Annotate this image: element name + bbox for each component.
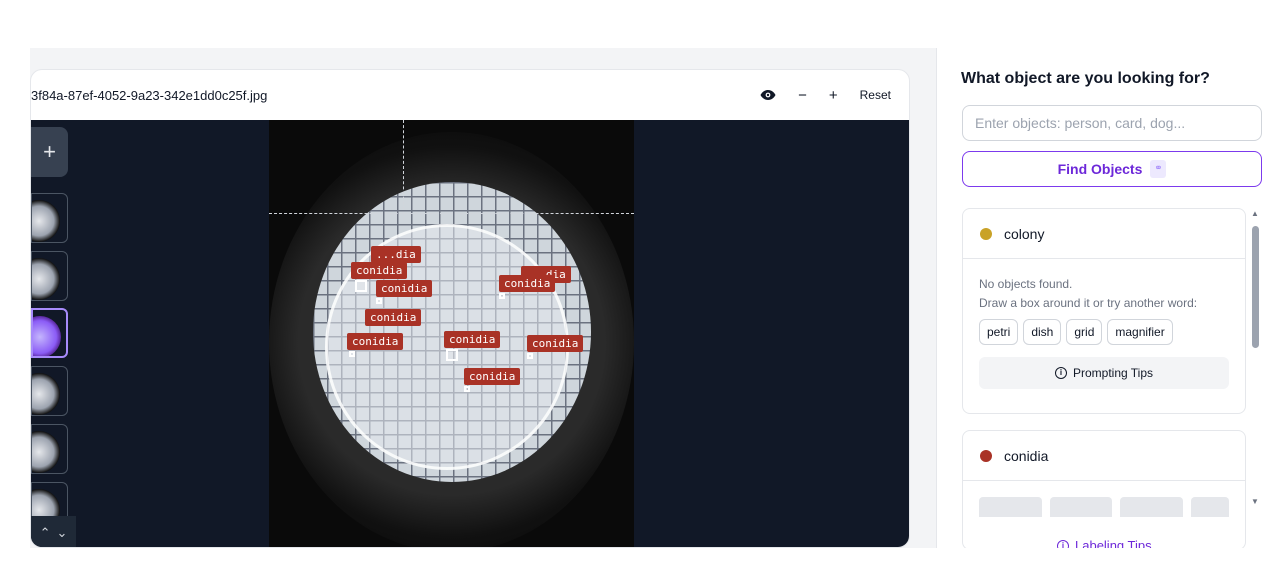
category-color-dot (980, 449, 992, 462)
zoom-out-button[interactable]: − (798, 87, 807, 104)
sidebar-title: What object are you looking for? (961, 70, 1210, 87)
info-icon: i (1057, 539, 1069, 548)
link-icon: ⚭ (1150, 160, 1167, 178)
empty-message: No objects found. (979, 277, 1073, 291)
sidebar: What object are you looking for? Find Ob… (936, 48, 1286, 548)
detection-crops (963, 481, 1245, 517)
image-viewer[interactable]: + ⌃ ⌄ ...dia conidia conidia conidia con… (31, 120, 909, 547)
category-name: colony (1004, 225, 1045, 242)
scroll-up-icon[interactable]: ▲ (1250, 210, 1260, 218)
detection-label: conidia (499, 275, 556, 292)
suggestion-chip[interactable]: dish (1023, 319, 1062, 345)
thumbnail[interactable] (31, 193, 68, 243)
scrollbar[interactable]: ▲ ▼ (1250, 210, 1260, 506)
prompting-tips-button[interactable]: i Prompting Tips (979, 357, 1229, 389)
chevron-down-icon[interactable]: ⌄ (57, 525, 68, 541)
find-objects-label: Find Objects (1057, 161, 1143, 177)
thumbnail[interactable] (31, 251, 68, 301)
suggestion-chip[interactable]: grid (1066, 319, 1103, 345)
scrollbar-thumb[interactable] (1252, 226, 1259, 348)
add-image-button[interactable]: + (31, 127, 68, 177)
chevron-up-icon[interactable]: ⌃ (40, 525, 51, 541)
category-card-colony: colony No objects found. Draw a box arou… (962, 208, 1246, 414)
labeling-tips-label: Labeling Tips (1075, 538, 1152, 548)
category-card-conidia: conidia (962, 430, 1246, 548)
prompting-tips-label: Prompting Tips (1072, 366, 1154, 380)
detection-label: conidia (365, 309, 422, 326)
crop-thumbnail[interactable] (1049, 497, 1113, 517)
crop-thumbnail[interactable] (1191, 497, 1229, 517)
thumbnail-selected[interactable] (31, 308, 68, 358)
thumbnail[interactable] (31, 366, 68, 416)
labeling-tips-link[interactable]: i Labeling Tips (1057, 538, 1152, 548)
category-color-dot (980, 227, 992, 240)
detection-label: conidia (464, 368, 521, 385)
info-icon: i (1054, 367, 1067, 379)
detection-label: conidia (444, 331, 501, 348)
detection-label: conidia (351, 262, 408, 279)
crosshair-vertical (403, 120, 404, 220)
canvas-header: 3f84a-87ef-4052-9a23-342e1dd0c25f.jpg − … (31, 70, 909, 120)
empty-hint: Draw a box around it or try another word… (979, 296, 1198, 310)
crop-thumbnail[interactable] (979, 497, 1042, 517)
zoom-in-button[interactable]: + (829, 87, 838, 104)
detection-label: conidia (376, 280, 433, 297)
suggestion-chips: petri dish grid magnifier (979, 319, 1229, 345)
object-search-input[interactable] (962, 105, 1262, 141)
thumbnail-rail: + ⌃ ⌄ (31, 120, 76, 547)
rail-nav: ⌃ ⌄ (31, 516, 76, 547)
file-name: 3f84a-87ef-4052-9a23-342e1dd0c25f.jpg (31, 87, 268, 103)
canvas-card: 3f84a-87ef-4052-9a23-342e1dd0c25f.jpg − … (30, 69, 910, 548)
reset-button[interactable]: Reset (860, 88, 891, 102)
thumbnail[interactable] (31, 424, 68, 474)
crosshair-horizontal (269, 213, 634, 214)
category-header[interactable]: conidia (963, 431, 1245, 481)
category-list[interactable]: colony No objects found. Draw a box arou… (962, 208, 1246, 548)
suggestion-chip[interactable]: petri (979, 319, 1019, 345)
crop-thumbnail[interactable] (1120, 497, 1184, 517)
app: 3f84a-87ef-4052-9a23-342e1dd0c25f.jpg − … (30, 48, 1286, 548)
detection-label: ...dia (371, 246, 421, 263)
category-name: conidia (1004, 447, 1049, 464)
eye-icon[interactable] (760, 89, 776, 101)
detection-label: conidia (527, 335, 584, 352)
petri-dish-image: ...dia conidia conidia ...dia conidia (269, 120, 634, 547)
scroll-down-icon[interactable]: ▼ (1250, 498, 1260, 506)
category-header[interactable]: colony (963, 209, 1245, 259)
detection-label: conidia (347, 333, 404, 350)
find-objects-button[interactable]: Find Objects ⚭ (962, 151, 1262, 187)
suggestion-chip[interactable]: magnifier (1107, 319, 1173, 345)
view-controls: − + Reset (760, 70, 891, 120)
